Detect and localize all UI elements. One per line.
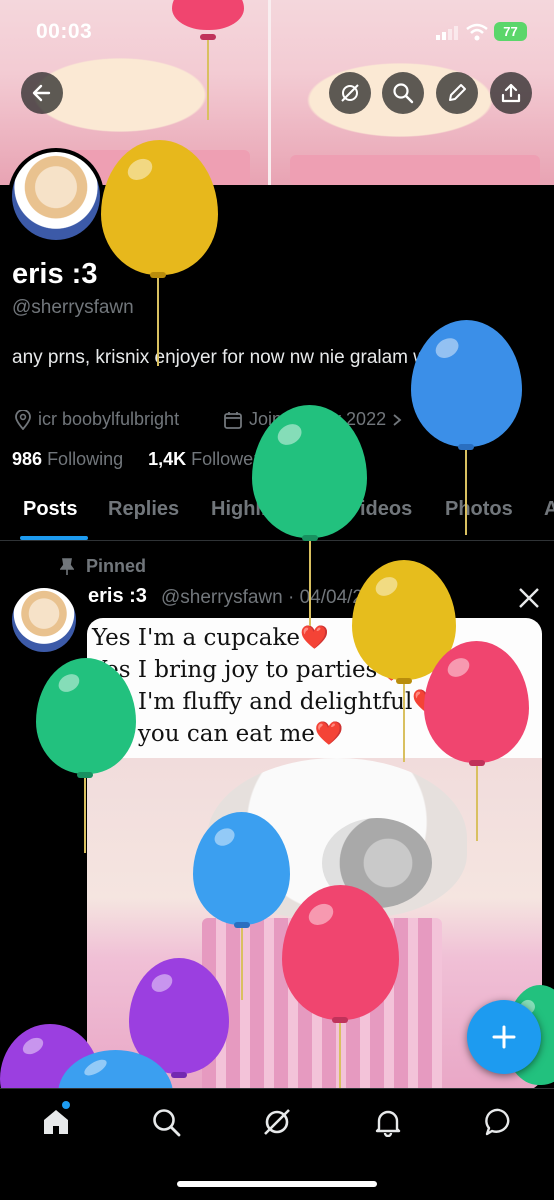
status-bar: 00:03 77 [0, 0, 554, 60]
followers-link[interactable]: 1,4K Followers [148, 449, 268, 469]
grok-button[interactable] [329, 72, 371, 114]
notification-dot [62, 1101, 70, 1109]
balloon-string [309, 541, 311, 626]
tab-replies[interactable]: Replies [108, 498, 179, 521]
calendar-icon [224, 411, 242, 429]
balloon [193, 812, 290, 925]
following-count: 986 [12, 449, 43, 469]
balloon [424, 641, 529, 763]
profile-name: eris :3 [12, 258, 98, 290]
balloon-string [241, 928, 243, 1000]
balloon-string [157, 278, 159, 366]
bell-icon[interactable] [373, 1107, 403, 1137]
pencil-icon [449, 84, 466, 101]
banner-decoration [290, 155, 540, 185]
balloon [252, 405, 367, 538]
location-pin-icon [15, 409, 31, 430]
following-link[interactable]: 986 Following [12, 449, 123, 469]
balloon-knot [171, 1072, 187, 1078]
home-icon[interactable] [41, 1107, 71, 1137]
back-arrow-icon [32, 84, 51, 102]
status-time: 00:03 [36, 20, 93, 43]
share-icon [501, 83, 521, 103]
location-text: icr boobylfulbright [38, 409, 180, 429]
following-label: Following [47, 449, 124, 469]
balloon [411, 320, 522, 447]
pinned-label: Pinned [86, 556, 147, 576]
search-icon[interactable] [151, 1107, 181, 1137]
profile-avatar[interactable] [8, 148, 104, 244]
balloon-string [84, 778, 86, 853]
active-tab-indicator [20, 536, 88, 540]
balloon-string [465, 450, 467, 535]
edit-button[interactable] [436, 72, 478, 114]
chevron-right-icon [393, 413, 402, 426]
search-button[interactable] [382, 72, 424, 114]
back-button[interactable] [21, 72, 63, 114]
balloon-string [207, 40, 209, 120]
home-indicator[interactable] [177, 1181, 377, 1187]
followers-count: 1,4K [148, 449, 187, 469]
post-text-line: Yes I'm fluffy and delightful❤️ [92, 689, 441, 715]
compose-button[interactable] [467, 1000, 541, 1074]
tab-posts[interactable]: Posts [23, 498, 77, 521]
post-text-line: Yes I'm a cupcake❤️ [92, 625, 329, 651]
share-button[interactable] [490, 72, 532, 114]
balloon [282, 885, 399, 1020]
balloon-string [339, 1023, 341, 1088]
tab-articles[interactable]: A [544, 498, 554, 521]
balloon [101, 140, 218, 275]
battery-indicator: 77 [494, 22, 527, 41]
balloon-string [403, 684, 405, 762]
search-icon [393, 83, 414, 104]
signal-icon [436, 26, 458, 40]
pin-icon [60, 558, 74, 575]
post-text-line: Yes I bring joy to parties❤️ [92, 657, 406, 683]
profile-location: icr boobylfulbright [14, 409, 179, 430]
follow-stats: 986 Following 1,4K Followers [12, 449, 268, 470]
post-avatar[interactable] [12, 588, 76, 652]
grok-icon[interactable] [262, 1107, 292, 1137]
tab-photos[interactable]: Photos [445, 498, 513, 521]
balloon [36, 658, 136, 774]
grok-icon [341, 84, 359, 102]
messages-icon[interactable] [484, 1107, 514, 1137]
post-author[interactable]: eris :3 [88, 585, 147, 608]
x-logo-icon [519, 588, 539, 608]
plus-icon [492, 1025, 516, 1049]
balloon-string [476, 766, 478, 841]
wifi-icon [466, 23, 488, 41]
profile-handle: @sherrysfawn [12, 297, 134, 318]
